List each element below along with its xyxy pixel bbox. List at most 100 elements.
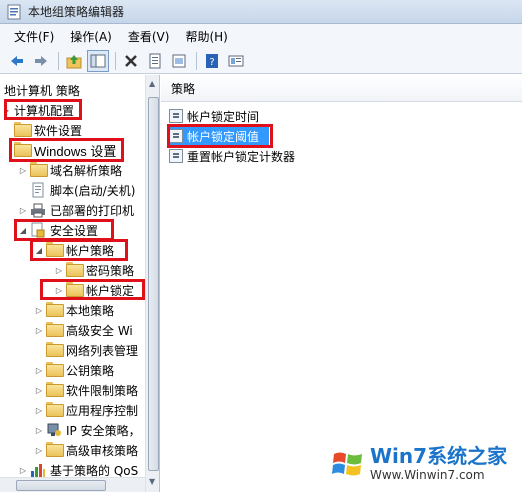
- scroll-up-icon[interactable]: ▲: [149, 79, 155, 88]
- tree-pane: 地计算机 策略 ▸ 计算机配置 软件设置 Windows 设置 ▷ 域名解析策略…: [0, 75, 160, 492]
- expand-toggle-icon[interactable]: ▷: [34, 366, 44, 375]
- filter-icon: [228, 55, 244, 66]
- locked-folder-icon: [66, 262, 84, 278]
- expand-toggle-icon[interactable]: ▷: [18, 466, 28, 475]
- tree-item-windows-settings[interactable]: Windows 设置: [14, 140, 116, 160]
- tree-item-label: 高级审核策略: [66, 443, 139, 458]
- up-button[interactable]: [63, 50, 85, 72]
- toolbar-separator: [115, 51, 116, 70]
- list-pane: 策略 帐户锁定时间 帐户锁定阈值 重置帐户锁定计数器: [161, 75, 522, 492]
- column-header-policy[interactable]: 策略: [161, 75, 522, 102]
- svg-text:?: ?: [209, 57, 214, 68]
- tree-item-public-key[interactable]: ▷ 公钥策略: [34, 360, 114, 380]
- tree-item-label: 域名解析策略: [50, 163, 123, 178]
- policy-item-lockout-duration[interactable]: 帐户锁定时间: [169, 106, 259, 126]
- tree-item-label: 帐户策略: [66, 243, 115, 258]
- scroll-down-icon[interactable]: ▼: [149, 477, 155, 486]
- tree-item-label: 高级安全 Wi: [66, 323, 133, 338]
- expand-toggle-icon[interactable]: ▷: [34, 326, 44, 335]
- tree-item-account-policies[interactable]: ◢ 帐户策略: [34, 240, 114, 260]
- toolbar-separator: [196, 51, 197, 70]
- tree-item-dns-policy[interactable]: ▷ 域名解析策略: [18, 160, 122, 180]
- expand-toggle-icon[interactable]: ▷: [34, 446, 44, 455]
- tree-item-computer-config[interactable]: ▸ 计算机配置: [2, 100, 74, 120]
- tree-item-printers[interactable]: ▷ 已部署的打印机: [18, 200, 134, 220]
- expand-toggle-icon[interactable]: ◢: [34, 246, 44, 255]
- forward-button[interactable]: [30, 50, 52, 72]
- export-button[interactable]: [168, 50, 190, 72]
- tree-item-label: 地计算机 策略: [4, 83, 80, 98]
- menu-bar: 文件(F) 操作(A) 查看(V) 帮助(H): [0, 24, 522, 48]
- scrollbar-thumb[interactable]: [16, 480, 106, 491]
- tree-horizontal-scrollbar[interactable]: [0, 477, 145, 492]
- windows-logo-icon: [332, 452, 362, 476]
- delete-button[interactable]: [120, 50, 142, 72]
- tree-item-software-restriction[interactable]: ▷ 软件限制策略: [34, 380, 138, 400]
- tree-item-label: 基于策略的 QoS: [50, 463, 139, 478]
- tree-item-label: 网络列表管理: [66, 343, 139, 358]
- policy-editor-icon: [7, 4, 21, 19]
- folder-icon: [46, 362, 64, 378]
- policy-item-lockout-threshold[interactable]: 帐户锁定阈值: [169, 126, 269, 146]
- filter-button[interactable]: [225, 50, 247, 72]
- locked-folder-icon: [46, 242, 64, 258]
- tree-vertical-scrollbar[interactable]: ▲ ▼: [145, 75, 159, 492]
- tree-item-label: 应用程序控制: [66, 403, 139, 418]
- folder-icon: [14, 142, 32, 158]
- tree-item-account-lockout[interactable]: ▷ 帐户锁定: [54, 280, 134, 300]
- expand-toggle-icon[interactable]: ▷: [54, 266, 64, 275]
- tree-item-ip-security[interactable]: ▷ IP 安全策略，: [34, 420, 141, 440]
- up-folder-icon: [66, 54, 82, 68]
- policy-item-reset-lockout-counter[interactable]: 重置帐户锁定计数器: [169, 146, 295, 166]
- expand-toggle-icon[interactable]: ◢: [18, 226, 28, 235]
- menu-action[interactable]: 操作(A): [62, 26, 120, 47]
- menu-file[interactable]: 文件(F): [6, 26, 62, 47]
- watermark-brand: Win7系统之家: [370, 444, 508, 468]
- tree-item-label: 计算机配置: [14, 103, 75, 118]
- scrollbar-thumb[interactable]: [148, 97, 159, 471]
- show-tree-button[interactable]: [87, 49, 109, 72]
- tree-item-network-list[interactable]: 网络列表管理: [46, 340, 138, 360]
- expand-toggle-icon[interactable]: ▸: [2, 106, 12, 115]
- tree-item-label: 脚本(启动/关机): [50, 183, 136, 198]
- tree-item-label: IP 安全策略，: [66, 423, 141, 438]
- expand-toggle-icon[interactable]: ▷: [34, 426, 44, 435]
- menu-help[interactable]: 帮助(H): [177, 26, 235, 47]
- tree-item-label: 软件限制策略: [66, 383, 139, 398]
- watermark: Win7系统之家 Www.Winwin7.com: [330, 440, 522, 492]
- tree-item-password-policy[interactable]: ▷ 密码策略: [54, 260, 134, 280]
- tree-item-label: 帐户锁定: [86, 283, 135, 298]
- expand-toggle-icon[interactable]: ▷: [34, 306, 44, 315]
- column-header-label: 策略: [171, 81, 196, 96]
- menu-view[interactable]: 查看(V): [120, 26, 178, 47]
- tree-item-local-policy[interactable]: 地计算机 策略: [4, 80, 80, 100]
- help-button[interactable]: ?: [201, 50, 223, 72]
- tree-item-software-settings[interactable]: 软件设置: [14, 120, 82, 140]
- tree-item-label: 已部署的打印机: [50, 203, 135, 218]
- expand-toggle-icon[interactable]: ▷: [34, 386, 44, 395]
- expand-toggle-icon[interactable]: ▷: [34, 406, 44, 415]
- tree-item-label: 本地策略: [66, 303, 115, 318]
- chart-icon: [31, 464, 45, 477]
- delete-icon: [125, 54, 137, 67]
- policy-item-label: 帐户锁定时间: [187, 109, 260, 124]
- expand-toggle-icon[interactable]: ▷: [18, 166, 28, 175]
- tree-item-scripts[interactable]: 脚本(启动/关机): [30, 180, 135, 200]
- policy-item-label: 重置帐户锁定计数器: [187, 149, 296, 164]
- folder-icon: [14, 122, 32, 138]
- back-button[interactable]: [6, 50, 28, 72]
- tree-item-local-policies[interactable]: ▷ 本地策略: [34, 300, 114, 320]
- tree-item-advanced-audit[interactable]: ▷ 高级审核策略: [34, 440, 138, 460]
- help-icon: ?: [206, 53, 218, 68]
- properties-button[interactable]: [144, 50, 166, 72]
- properties-icon: [149, 53, 161, 68]
- folder-icon: [46, 322, 64, 338]
- tree-item-app-control[interactable]: ▷ 应用程序控制: [34, 400, 138, 420]
- window-title: 本地组策略编辑器: [28, 5, 125, 19]
- expand-toggle-icon[interactable]: ▷: [18, 206, 28, 215]
- folder-icon: [46, 342, 64, 358]
- tree-item-security-settings[interactable]: ◢ 安全设置: [18, 220, 98, 240]
- tree-item-label: 安全设置: [50, 223, 99, 238]
- expand-toggle-icon[interactable]: ▷: [54, 286, 64, 295]
- tree-item-advanced-firewall[interactable]: ▷ 高级安全 Wi: [34, 320, 133, 340]
